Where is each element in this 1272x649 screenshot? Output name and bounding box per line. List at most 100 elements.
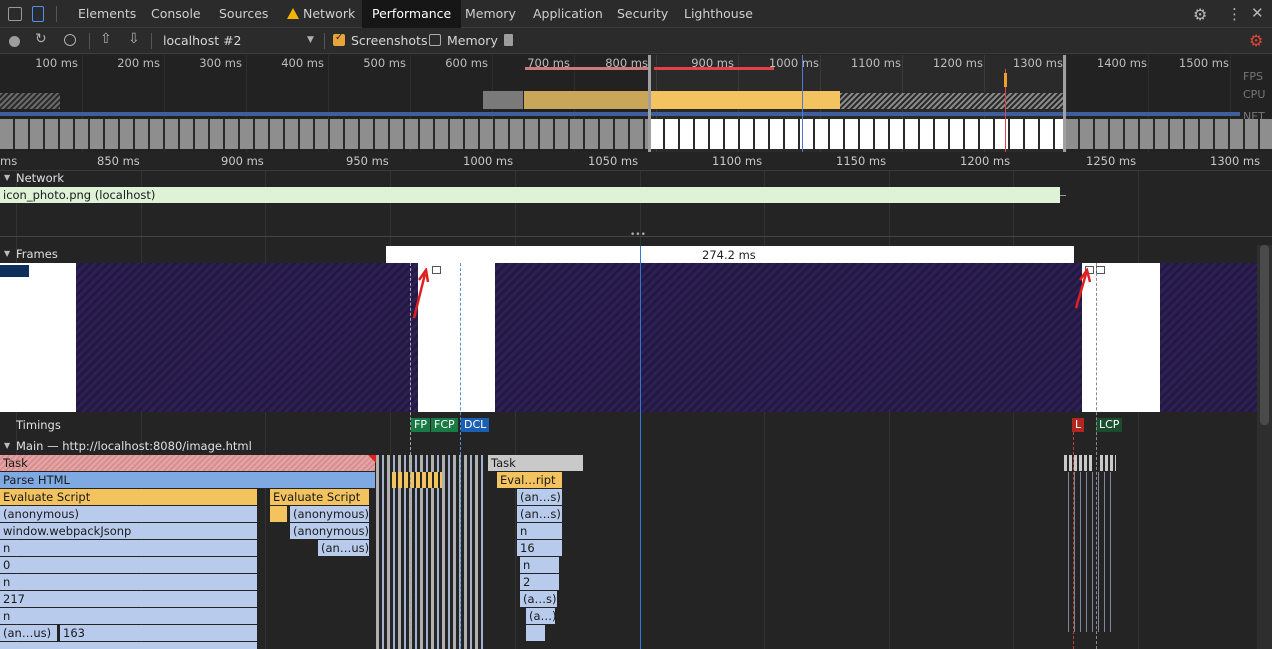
flame-evaluate-script[interactable]: Evaluate Script xyxy=(270,489,370,505)
ruler-tick-label: 1250 ms xyxy=(1086,154,1137,168)
cursor-line xyxy=(640,246,641,649)
splitter-grip-icon[interactable]: ••• xyxy=(630,230,646,240)
flame-call-deeper[interactable] xyxy=(526,625,546,641)
network-section-header[interactable]: ▼ Network xyxy=(0,171,300,187)
load-line xyxy=(1073,432,1075,649)
more-options-icon[interactable]: ⋮ xyxy=(1227,5,1242,23)
record-icon[interactable] xyxy=(9,36,20,47)
flame-anonymous-short[interactable]: (an…s) xyxy=(517,489,563,505)
tab-application[interactable]: Application xyxy=(533,0,603,28)
flame-call-2[interactable]: 2 xyxy=(520,574,560,590)
flame-call-n[interactable]: n xyxy=(0,608,258,624)
selection-left-handle[interactable] xyxy=(648,55,651,152)
overview-tick-label: 500 ms xyxy=(363,56,406,70)
fp-line xyxy=(410,263,412,649)
tab-sources[interactable]: Sources xyxy=(219,0,268,28)
frame-thumbnail-selected xyxy=(0,265,29,277)
flame-call-n[interactable]: n xyxy=(520,557,560,573)
overview-long-task-bar xyxy=(525,67,650,70)
flame-anonymous-short[interactable]: (an…us) xyxy=(318,540,370,556)
flame-evaluate-script[interactable]: Evaluate Script xyxy=(0,489,258,505)
reload-record-icon[interactable]: ↻ xyxy=(35,31,47,47)
flame-webpack-jsonp[interactable]: window.webpackJsonp xyxy=(0,523,258,539)
flame-evaluate-script-short[interactable]: Eval…ript xyxy=(497,472,563,488)
overview-tick-label: 600 ms xyxy=(445,56,488,70)
devtools-tabbar: Elements Console Sources Network Perform… xyxy=(0,0,1272,28)
flame-anonymous-short[interactable]: (an…s) xyxy=(517,506,563,522)
frames-section-title: Frames xyxy=(16,247,58,261)
tab-elements[interactable]: Elements xyxy=(78,0,136,28)
frame-screenshot[interactable] xyxy=(0,263,76,412)
flame-task[interactable]: Task xyxy=(0,455,376,471)
memory-label: Memory xyxy=(447,33,498,48)
flame-anonymous[interactable]: (anonymous) xyxy=(0,506,258,522)
flame-anonymous[interactable]: (anonymous) xyxy=(290,523,370,539)
inspect-element-icon[interactable] xyxy=(8,7,22,21)
screenshots-checkbox[interactable]: ✓ xyxy=(333,32,345,46)
tab-lighthouse[interactable]: Lighthouse xyxy=(684,0,753,28)
check-icon: ✓ xyxy=(335,32,344,43)
flame-anonymous-short[interactable]: (a…) xyxy=(526,608,556,624)
chevron-down-icon[interactable]: ▼ xyxy=(307,35,314,45)
ruler-tick-label: 850 ms xyxy=(97,154,140,168)
flame-parse-html[interactable]: Parse HTML xyxy=(0,472,376,488)
network-request-bar[interactable]: icon_photo.png (localhost) xyxy=(0,187,1060,203)
tab-network[interactable]: Network xyxy=(303,0,355,28)
overview-lcp-marker xyxy=(1004,73,1007,87)
flame-call-16[interactable]: 16 xyxy=(517,540,563,556)
close-devtools-icon[interactable]: ✕ xyxy=(1251,4,1264,22)
tab-performance[interactable]: Performance xyxy=(362,0,462,28)
expand-triangle-icon: ▼ xyxy=(4,249,11,258)
download-icon[interactable]: ⇩ xyxy=(128,31,140,47)
frames-section-header[interactable]: ▼ Frames xyxy=(0,247,300,263)
overview-tick-label: 100 ms xyxy=(35,56,78,70)
settings-gear-icon[interactable]: ⚙ xyxy=(1193,5,1207,24)
flame-call-n[interactable]: n xyxy=(0,574,258,590)
tab-security[interactable]: Security xyxy=(617,0,668,28)
timings-section-header[interactable]: Timings xyxy=(0,418,300,434)
clear-icon[interactable] xyxy=(64,34,76,46)
timeline-overview[interactable]: 100 ms 200 ms 300 ms 400 ms 500 ms 600 m… xyxy=(0,55,1272,152)
toolbar-divider xyxy=(151,33,152,49)
vertical-scrollbar[interactable] xyxy=(1257,245,1272,649)
flame-call-163[interactable]: 163 xyxy=(60,625,258,641)
flame-script-sliver[interactable] xyxy=(270,506,288,522)
overview-tick-label: 1200 ms xyxy=(932,56,983,70)
cpu-activity-grey xyxy=(483,91,523,109)
profile-select[interactable]: localhost #2 xyxy=(163,33,242,48)
overview-cursor-line xyxy=(802,55,803,152)
flame-anonymous-short[interactable]: (a…s) xyxy=(520,591,558,607)
flame-call-217[interactable]: 217 xyxy=(0,591,258,607)
frame-duration-bar[interactable]: 274.2 ms xyxy=(386,246,1074,263)
flame-call-n[interactable]: n xyxy=(517,523,563,539)
lcp-marker[interactable]: LCP xyxy=(1096,418,1123,432)
main-thread-header[interactable]: ▼ Main — http://localhost:8080/image.htm… xyxy=(0,439,400,455)
upload-icon[interactable]: ⇧ xyxy=(100,31,112,47)
overview-tick-label: 1400 ms xyxy=(1096,56,1147,70)
capture-settings-gear-icon[interactable]: ⚙ xyxy=(1249,31,1263,50)
collect-garbage-icon[interactable] xyxy=(504,34,513,46)
flame-call-deeper[interactable] xyxy=(0,642,258,649)
overview-tick-label: 1100 ms xyxy=(850,56,901,70)
flame-call-n[interactable]: n xyxy=(0,540,258,556)
fcp-marker[interactable]: FCP xyxy=(431,418,458,432)
screenshots-filmstrip xyxy=(0,119,1272,149)
selection-right-handle[interactable] xyxy=(1063,55,1066,152)
ruler-tick-label: 900 ms xyxy=(221,154,264,168)
memory-checkbox[interactable] xyxy=(429,34,441,46)
dcl-marker[interactable]: DCL xyxy=(461,418,490,432)
ruler-tick-label: 1200 ms xyxy=(960,154,1011,168)
device-toolbar-icon[interactable] xyxy=(32,6,44,22)
load-marker[interactable]: L xyxy=(1072,418,1085,432)
frames-strip xyxy=(0,263,1257,412)
tab-memory[interactable]: Memory xyxy=(465,0,516,28)
scrollbar-thumb[interactable] xyxy=(1260,245,1269,425)
tab-console[interactable]: Console xyxy=(151,0,201,28)
flame-anonymous-short[interactable]: (an…us) xyxy=(0,625,58,641)
flame-call-0[interactable]: 0 xyxy=(0,557,258,573)
fp-marker[interactable]: FP xyxy=(411,418,430,432)
flame-anonymous[interactable]: (anonymous) xyxy=(290,506,370,522)
flame-task[interactable]: Task xyxy=(488,455,584,471)
net-lane-bar xyxy=(0,112,1240,116)
timings-section-title: Timings xyxy=(16,418,61,432)
